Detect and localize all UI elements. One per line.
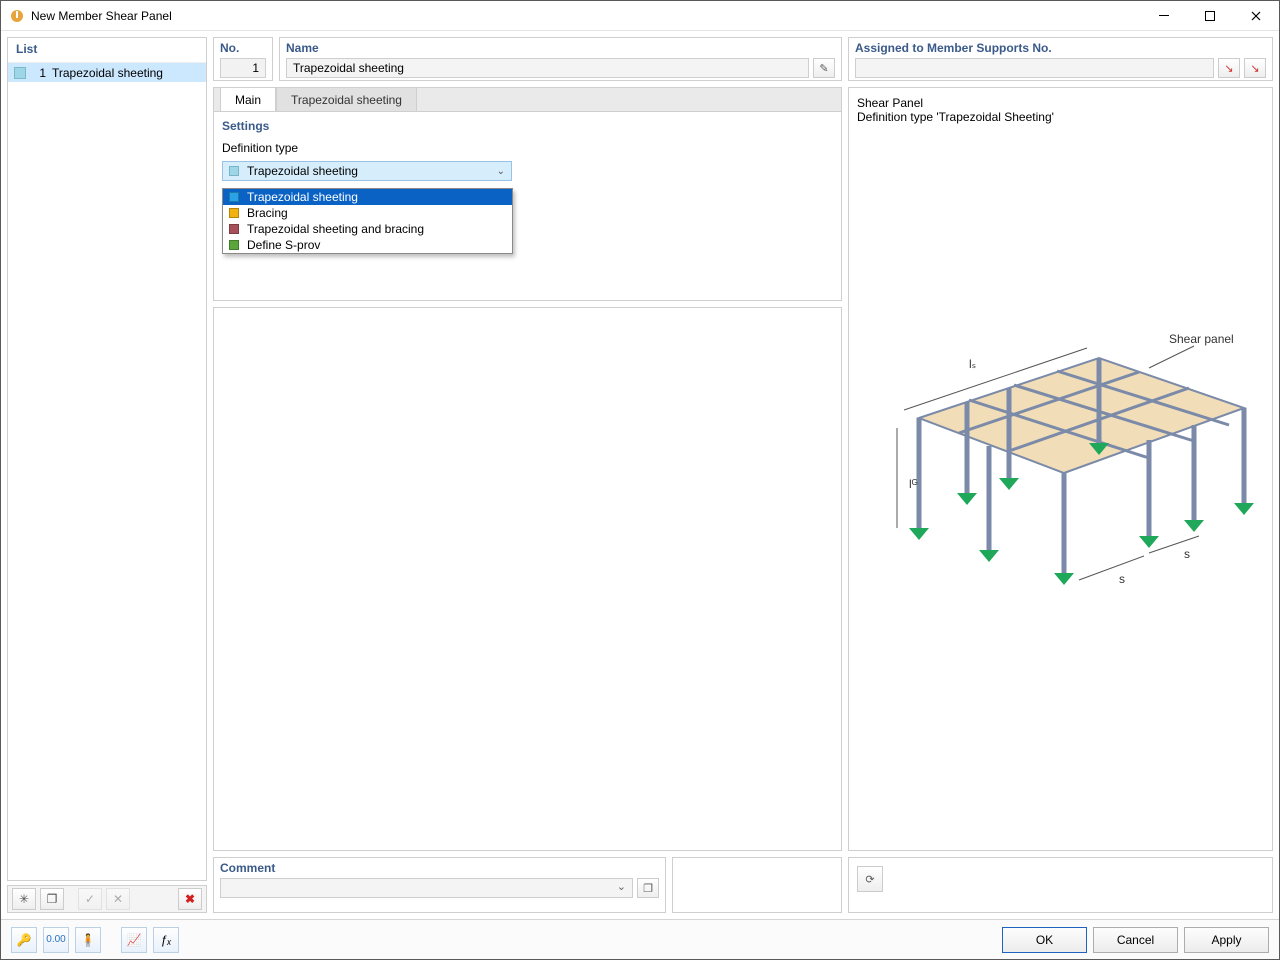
- settings-header: Settings: [214, 112, 841, 141]
- lg-label: lᴳ: [909, 477, 918, 491]
- preview-diagram: lₛ lᴳ s s Shear panel: [849, 328, 1269, 608]
- window-title: New Member Shear Panel: [31, 9, 172, 23]
- title-bar: New Member Shear Panel: [1, 1, 1279, 31]
- preview-subtitle: Definition type 'Trapezoidal Sheeting': [857, 110, 1264, 124]
- dialog-footer: 🔑 0.00 🧍 📈 ƒₓ OK Cancel Apply: [1, 919, 1279, 959]
- new-item-button[interactable]: ✳: [12, 888, 36, 910]
- pick-supports-button-1[interactable]: ↘: [1218, 58, 1240, 78]
- dropdown-option-label: Bracing: [247, 206, 288, 220]
- s1-label: s: [1184, 547, 1190, 561]
- option-swatch-icon: [229, 224, 239, 234]
- minimize-button[interactable]: [1141, 1, 1187, 31]
- name-panel: Name Trapezoidal sheeting ✎: [279, 37, 842, 81]
- ls-label: lₛ: [969, 357, 976, 371]
- list-item[interactable]: 1 Trapezoidal sheeting: [8, 63, 206, 83]
- list-toolbar: ✳ ❐ ✓ ✕ ✖: [7, 885, 207, 913]
- wizard-button[interactable]: 🧍: [75, 927, 101, 953]
- assigned-label: Assigned to Member Supports No.: [849, 38, 1272, 55]
- main-column: No. 1 Name Trapezoidal sheeting ✎ Assign…: [213, 37, 1273, 913]
- tabs-column: Main Trapezoidal sheeting Settings Defin…: [213, 87, 842, 913]
- details-panel: [213, 307, 842, 851]
- function-button[interactable]: ƒₓ: [153, 927, 179, 953]
- delete-item-button[interactable]: ✖: [178, 888, 202, 910]
- help-button[interactable]: 🔑: [11, 927, 37, 953]
- left-column: List 1 Trapezoidal sheeting ✳ ❐ ✓ ✕ ✖: [7, 37, 207, 913]
- preview-panel: Shear Panel Definition type 'Trapezoidal…: [848, 87, 1273, 851]
- tab-trapezoidal[interactable]: Trapezoidal sheeting: [276, 87, 417, 112]
- combo-swatch-icon: [229, 166, 239, 176]
- settings-panel: Settings Definition type Trapezoidal she…: [213, 111, 842, 301]
- ok-button[interactable]: OK: [1002, 927, 1087, 953]
- definition-type-label: Definition type: [214, 141, 841, 161]
- close-button[interactable]: [1233, 1, 1279, 31]
- assigned-panel: Assigned to Member Supports No. ↘ ↘: [848, 37, 1273, 81]
- preview-refresh-button[interactable]: ⟳: [857, 866, 883, 892]
- list-item-label: Trapezoidal sheeting: [52, 66, 163, 80]
- comment-library-button[interactable]: ❐: [637, 878, 659, 898]
- combo-selected-text: Trapezoidal sheeting: [247, 164, 358, 178]
- no-panel: No. 1: [213, 37, 273, 81]
- preview-column: Shear Panel Definition type 'Trapezoidal…: [848, 87, 1273, 913]
- definition-type-dropdown: Trapezoidal sheeting Bracing Trapezoidal…: [222, 188, 513, 254]
- shear-panel-label: Shear panel: [1169, 332, 1234, 346]
- edit-name-button[interactable]: ✎: [813, 58, 835, 78]
- dialog-window: New Member Shear Panel List 1 Trapezoida…: [0, 0, 1280, 960]
- option-swatch-icon: [229, 240, 239, 250]
- assigned-input[interactable]: [855, 58, 1214, 78]
- s2-label: s: [1119, 572, 1125, 586]
- tab-main[interactable]: Main: [220, 87, 276, 112]
- content-area: List 1 Trapezoidal sheeting ✳ ❐ ✓ ✕ ✖: [1, 31, 1279, 919]
- units-button[interactable]: 0.00: [43, 927, 69, 953]
- option-swatch-icon: [229, 208, 239, 218]
- uncheck-button[interactable]: ✕: [106, 888, 130, 910]
- tab-strip: Main Trapezoidal sheeting: [213, 87, 842, 111]
- no-label: No.: [214, 38, 272, 55]
- comment-side-panel: [672, 857, 842, 913]
- dropdown-option-trapezoidal[interactable]: Trapezoidal sheeting: [223, 189, 512, 205]
- dropdown-option-label: Trapezoidal sheeting: [247, 190, 358, 204]
- dropdown-option-label: Trapezoidal sheeting and bracing: [247, 222, 424, 236]
- name-input[interactable]: Trapezoidal sheeting: [286, 58, 809, 78]
- preview-toolbar: ⟳: [848, 857, 1273, 913]
- maximize-button[interactable]: [1187, 1, 1233, 31]
- list-swatch-icon: [14, 67, 26, 79]
- pick-supports-button-2[interactable]: ↘: [1244, 58, 1266, 78]
- apply-button[interactable]: Apply: [1184, 927, 1269, 953]
- option-swatch-icon: [229, 192, 239, 202]
- comment-panel: Comment ❐: [213, 857, 666, 913]
- list-panel: List 1 Trapezoidal sheeting: [7, 37, 207, 881]
- check-button[interactable]: ✓: [78, 888, 102, 910]
- preview-title: Shear Panel: [857, 96, 1264, 110]
- name-label: Name: [280, 38, 841, 55]
- list-item-no: 1: [32, 66, 46, 80]
- cancel-button[interactable]: Cancel: [1093, 927, 1178, 953]
- list-header: List: [8, 38, 206, 63]
- dropdown-option-sprov[interactable]: Define S-prov: [223, 237, 512, 253]
- comment-label: Comment: [214, 858, 665, 875]
- dropdown-option-trap-and-bracing[interactable]: Trapezoidal sheeting and bracing: [223, 221, 512, 237]
- dropdown-option-bracing[interactable]: Bracing: [223, 205, 512, 221]
- definition-type-combo[interactable]: Trapezoidal sheeting ⌄: [222, 161, 512, 181]
- no-input[interactable]: 1: [220, 58, 266, 78]
- dropdown-option-label: Define S-prov: [247, 238, 320, 252]
- app-icon: [9, 8, 25, 24]
- chevron-down-icon: ⌄: [497, 166, 505, 177]
- copy-item-button[interactable]: ❐: [40, 888, 64, 910]
- comment-input[interactable]: [220, 878, 633, 898]
- graph-button[interactable]: 📈: [121, 927, 147, 953]
